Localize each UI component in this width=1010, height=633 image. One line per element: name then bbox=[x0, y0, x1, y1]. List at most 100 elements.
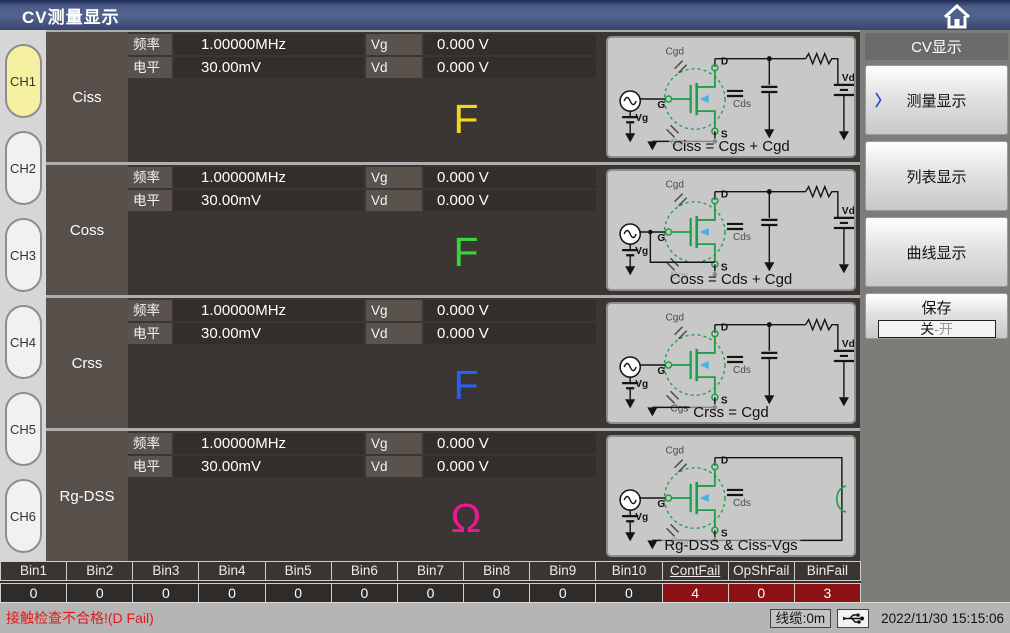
frequency-value: 1.00000MHz bbox=[174, 167, 364, 188]
measurement-data: 频率 1.00000MHz Vg 0.000 V 电平 30.00mV Vd 0… bbox=[128, 165, 602, 295]
usb-status bbox=[837, 609, 869, 628]
bin-header-contfail: ContFail bbox=[663, 562, 728, 580]
svg-text:Vd: Vd bbox=[842, 73, 854, 84]
bin-header: Bin8 bbox=[464, 562, 529, 580]
measurement-row-coss: Coss 频率 1.00000MHz Vg 0.000 V 电平 30.00mV… bbox=[46, 165, 860, 295]
channel-button-ch2[interactable]: CH2 bbox=[5, 131, 42, 205]
svg-text:G: G bbox=[657, 499, 665, 510]
sidebar-title: CV显示 bbox=[865, 33, 1008, 60]
svg-text:Vg: Vg bbox=[635, 379, 648, 390]
level-value: 30.00mV bbox=[174, 456, 364, 477]
vd-value: 0.000 V bbox=[424, 323, 596, 344]
svg-text:G: G bbox=[657, 100, 665, 111]
measurement-rows: Ciss 频率 1.00000MHz Vg 0.000 V 电平 30.00mV… bbox=[46, 30, 860, 561]
channel-button-ch4[interactable]: CH4 bbox=[5, 305, 42, 379]
svg-text:G: G bbox=[657, 233, 665, 244]
vd-value: 0.000 V bbox=[424, 190, 596, 211]
channel-strip: CH1 CH2 CH3 CH4 CH5 CH6 bbox=[0, 30, 46, 561]
circuit-caption: Rg-DSS & Ciss-Vgs bbox=[661, 537, 800, 554]
vd-label: Vd bbox=[366, 456, 422, 477]
vd-label: Vd bbox=[366, 323, 422, 344]
circuit-caption: Crss = Cgd bbox=[690, 404, 771, 421]
bin-header: Bin10 bbox=[596, 562, 661, 580]
parameter-name: Ciss bbox=[46, 32, 128, 162]
vd-value: 0.000 V bbox=[424, 456, 596, 477]
button-save[interactable]: 保存 关-开 bbox=[865, 293, 1008, 339]
opshfail-count: 0 bbox=[729, 584, 794, 602]
circuit-caption: Ciss = Cgs + Cgd bbox=[669, 138, 793, 155]
page-title: CV测量显示 bbox=[0, 3, 120, 28]
button-curve-display[interactable]: 曲线显示 bbox=[865, 217, 1008, 287]
svg-text:Cgs: Cgs bbox=[671, 403, 689, 414]
save-label: 保存 bbox=[921, 297, 951, 318]
toggle-off-label: 关 bbox=[920, 321, 934, 337]
button-label: 列表显示 bbox=[906, 166, 966, 187]
bin-count: 0 bbox=[1, 584, 66, 602]
svg-text:Cgd: Cgd bbox=[665, 180, 684, 191]
bin-count: 0 bbox=[266, 584, 331, 602]
svg-text:Vg: Vg bbox=[635, 113, 648, 124]
svg-text:G: G bbox=[657, 366, 665, 377]
measurement-unit: F bbox=[453, 344, 478, 426]
vd-label: Vd bbox=[366, 57, 422, 78]
binfail-count: 3 bbox=[795, 584, 860, 602]
channel-label: CH2 bbox=[10, 161, 36, 176]
vd-value: 0.000 V bbox=[424, 57, 596, 78]
channel-label: CH3 bbox=[10, 248, 36, 263]
error-message: 接触检查不合格!(D Fail) bbox=[0, 608, 154, 628]
svg-text:Vg: Vg bbox=[635, 246, 648, 257]
measurement-row-ciss: Ciss 频率 1.00000MHz Vg 0.000 V 电平 30.00mV… bbox=[46, 32, 860, 162]
bin-header: Bin2 bbox=[67, 562, 132, 580]
svg-text:Cgd: Cgd bbox=[665, 47, 684, 58]
svg-text:Vg: Vg bbox=[635, 512, 648, 523]
cable-length-indicator: 线缆:0m bbox=[770, 609, 832, 628]
measurement-data: 频率 1.00000MHz Vg 0.000 V 电平 30.00mV Vd 0… bbox=[128, 32, 602, 162]
circuit-panel: D S G Cgd Cgs Cds Vg bbox=[606, 435, 856, 557]
measurement-unit: F bbox=[453, 211, 478, 293]
channel-button-ch6[interactable]: CH6 bbox=[5, 479, 42, 553]
bin-count: 0 bbox=[199, 584, 264, 602]
frequency-label: 频率 bbox=[128, 433, 172, 454]
bin-value-row: 0 0 0 0 0 0 0 0 0 0 4 0 3 bbox=[0, 583, 861, 603]
circuit-panel: Vd D S G bbox=[606, 302, 856, 424]
bin-count: 0 bbox=[464, 584, 529, 602]
channel-label: CH5 bbox=[10, 422, 36, 437]
bin-counter-table: Bin1 Bin2 Bin3 Bin4 Bin5 Bin6 Bin7 Bin8 … bbox=[0, 561, 861, 603]
parameter-name: Crss bbox=[46, 298, 128, 428]
cv-measurement-app: CV测量显示 CH1 CH2 CH3 CH4 CH5 CH6 Ciss 频率 1… bbox=[0, 0, 1010, 633]
bin-count: 0 bbox=[67, 584, 132, 602]
frequency-value: 1.00000MHz bbox=[174, 300, 364, 321]
measurement-data: 频率 1.00000MHz Vg 0.000 V 电平 30.00mV Vd 0… bbox=[128, 431, 602, 561]
bin-count: 0 bbox=[530, 584, 595, 602]
svg-text:D: D bbox=[721, 456, 728, 467]
frequency-value: 1.00000MHz bbox=[174, 34, 364, 55]
channel-label: CH4 bbox=[10, 335, 36, 350]
channel-button-ch5[interactable]: CH5 bbox=[5, 392, 42, 466]
active-arrow-icon: 〉 bbox=[875, 90, 890, 111]
level-label: 电平 bbox=[128, 323, 172, 344]
level-label: 电平 bbox=[128, 190, 172, 211]
vg-label: Vg bbox=[366, 34, 422, 55]
toggle-on-label: 开 bbox=[939, 321, 953, 337]
bin-header-opshfail: OpShFail bbox=[729, 562, 794, 580]
svg-text:D: D bbox=[721, 190, 728, 201]
save-toggle[interactable]: 关-开 bbox=[878, 320, 996, 338]
measurement-unit: Ω bbox=[451, 477, 482, 559]
svg-text:Cds: Cds bbox=[733, 498, 751, 509]
frequency-value: 1.00000MHz bbox=[174, 433, 364, 454]
parameter-name: Rg-DSS bbox=[46, 431, 128, 561]
vd-label: Vd bbox=[366, 190, 422, 211]
button-list-display[interactable]: 列表显示 bbox=[865, 141, 1008, 211]
channel-button-ch3[interactable]: CH3 bbox=[5, 218, 42, 292]
channel-button-ch1[interactable]: CH1 bbox=[5, 44, 42, 118]
circuit-panel: Vd D S G bbox=[606, 36, 856, 158]
svg-text:D: D bbox=[721, 323, 728, 334]
bin-header: Bin7 bbox=[398, 562, 463, 580]
svg-text:Cgd: Cgd bbox=[665, 446, 684, 457]
channel-label: CH6 bbox=[10, 509, 36, 524]
home-button[interactable] bbox=[942, 3, 972, 29]
measurement-row-rgdss: Rg-DSS 频率 1.00000MHz Vg 0.000 V 电平 30.00… bbox=[46, 431, 860, 561]
vg-label: Vg bbox=[366, 300, 422, 321]
button-measure-display[interactable]: 〉 测量显示 bbox=[865, 65, 1008, 135]
usb-icon bbox=[841, 612, 865, 625]
